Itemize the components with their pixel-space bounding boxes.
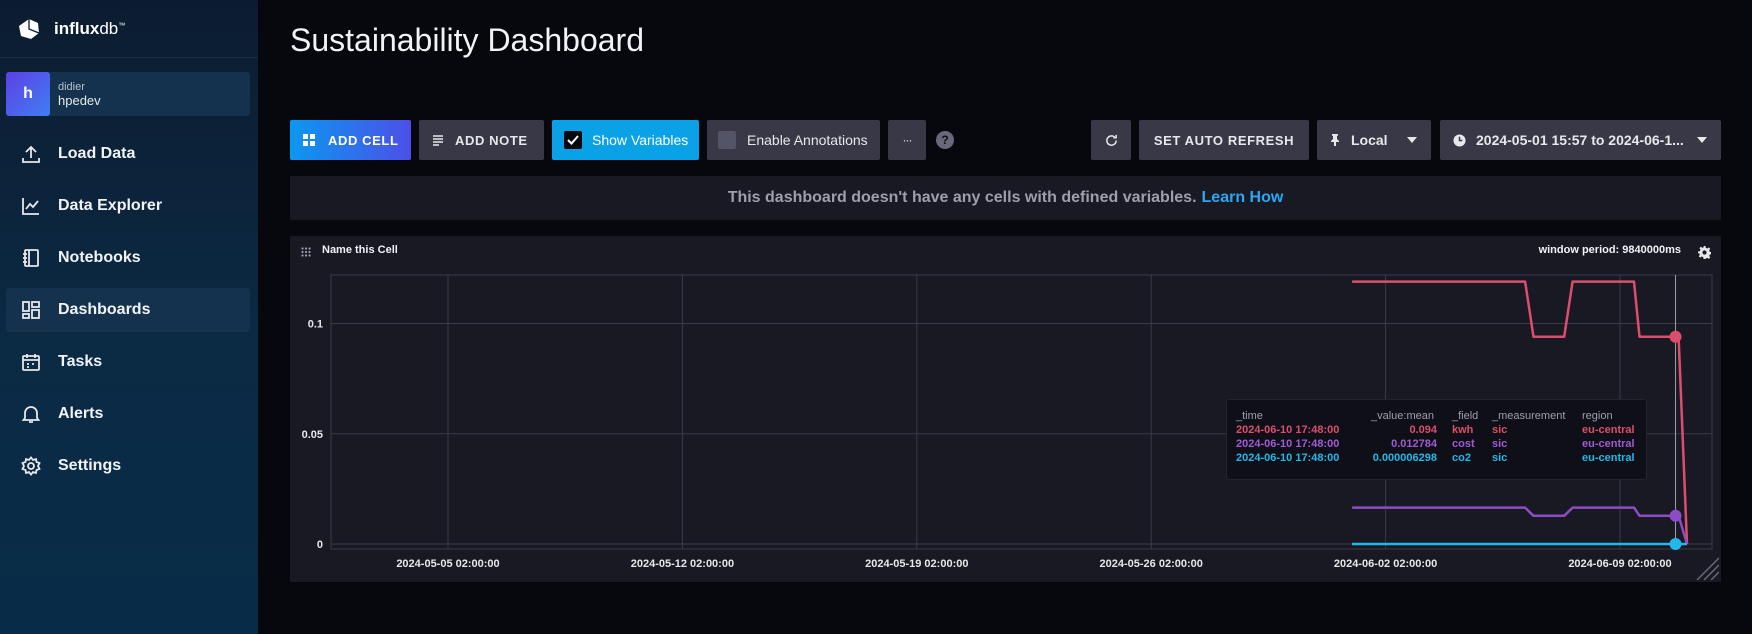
drag-handle-icon[interactable] bbox=[301, 247, 311, 257]
set-auto-refresh-label: SET AUTO REFRESH bbox=[1153, 132, 1295, 148]
avatar: h bbox=[6, 72, 50, 116]
pin-icon bbox=[1331, 134, 1339, 146]
clock-icon bbox=[1453, 133, 1466, 147]
notebook-icon bbox=[20, 247, 42, 269]
tooltip-cell: kwh bbox=[1452, 424, 1474, 436]
brand-name: influxdb™ bbox=[54, 18, 126, 38]
tooltip-cell: sic bbox=[1492, 452, 1508, 464]
enable-annotations-label: Enable Annotations bbox=[747, 132, 868, 148]
dashboard-icon bbox=[20, 299, 42, 321]
tooltip-cell: 2024-06-10 17:48:00 bbox=[1236, 424, 1340, 436]
tooltip-cell: 2024-06-10 17:48:00 bbox=[1236, 452, 1340, 464]
sidebar-item-dashboards[interactable]: Dashboards bbox=[6, 288, 250, 332]
tooltip-cell: eu-central bbox=[1582, 424, 1635, 436]
sidebar-item-label: Load Data bbox=[58, 145, 136, 162]
brand[interactable]: influxdb™ bbox=[0, 0, 258, 58]
gear-icon[interactable] bbox=[1698, 246, 1711, 259]
banner-text: This dashboard doesn't have any cells wi… bbox=[727, 189, 1197, 206]
checkbox-unchecked-icon bbox=[718, 131, 736, 149]
tooltip-header-region: region bbox=[1582, 410, 1613, 422]
gear-icon bbox=[20, 455, 42, 477]
tooltip-cell: sic bbox=[1492, 424, 1508, 436]
sidebar-item-label: Tasks bbox=[58, 353, 103, 370]
tooltip-cell: sic bbox=[1492, 438, 1508, 450]
tooltip-header-value: _value:mean bbox=[1371, 410, 1434, 422]
enable-annotations-toggle[interactable]: Enable Annotations bbox=[707, 120, 880, 160]
page-title[interactable]: Sustainability Dashboard bbox=[290, 22, 644, 59]
help-icon[interactable]: ? bbox=[936, 131, 954, 149]
cell-name[interactable]: Name this Cell bbox=[322, 244, 398, 256]
timezone-dropdown[interactable]: Local bbox=[1317, 120, 1431, 160]
chevron-down-icon bbox=[1407, 137, 1417, 143]
upload-icon bbox=[20, 143, 42, 165]
tooltip-cell: eu-central bbox=[1582, 452, 1635, 464]
sidebar-item-data-explorer[interactable]: Data Explorer bbox=[6, 184, 250, 228]
timezone-label: Local bbox=[1351, 132, 1388, 148]
user-name: didier bbox=[58, 81, 85, 93]
sidebar-item-tasks[interactable]: Tasks bbox=[6, 340, 250, 384]
set-auto-refresh-button[interactable]: SET AUTO REFRESH bbox=[1139, 120, 1309, 160]
sidebar-item-label: Alerts bbox=[58, 405, 104, 422]
refresh-button[interactable] bbox=[1091, 120, 1131, 160]
add-note-button[interactable]: ADD NOTE bbox=[419, 120, 544, 160]
more-options-button[interactable]: ··· bbox=[888, 120, 926, 160]
checkbox-checked-icon bbox=[564, 131, 582, 149]
refresh-icon bbox=[1105, 134, 1117, 146]
sidebar-item-notebooks[interactable]: Notebooks bbox=[6, 236, 250, 280]
show-variables-toggle[interactable]: Show Variables bbox=[552, 120, 699, 160]
sidebar-item-load-data[interactable]: Load Data bbox=[6, 132, 250, 176]
add-cell-button[interactable]: ADD CELL bbox=[290, 120, 411, 160]
add-cell-label: ADD CELL bbox=[328, 132, 399, 148]
add-cell-icon bbox=[303, 134, 315, 146]
bell-icon bbox=[20, 403, 42, 425]
note-icon bbox=[433, 135, 443, 146]
tooltip-header-time: _time bbox=[1236, 410, 1263, 422]
hover-tooltip: _time _value:mean _field _measurement re… bbox=[1226, 399, 1647, 480]
sidebar-item-alerts[interactable]: Alerts bbox=[6, 392, 250, 436]
calendar-icon bbox=[20, 351, 42, 373]
tooltip-cell: 0.012784 bbox=[1391, 438, 1437, 450]
more-icon: ··· bbox=[902, 133, 913, 147]
tooltip-cell: cost bbox=[1452, 438, 1475, 450]
sidebar-item-settings[interactable]: Settings bbox=[6, 444, 250, 488]
tooltip-cell: 0.000006298 bbox=[1372, 452, 1437, 464]
help-label: ? bbox=[941, 133, 949, 147]
influxdb-logo-icon bbox=[19, 18, 40, 39]
graph-icon bbox=[20, 195, 42, 217]
sidebar-item-label: Dashboards bbox=[58, 301, 151, 318]
tooltip-cell: 2024-06-10 17:48:00 bbox=[1236, 438, 1340, 450]
time-range-label: 2024-05-01 15:57 to 2024-06-1... bbox=[1476, 132, 1684, 148]
tooltip-header-field: _field bbox=[1452, 410, 1479, 422]
time-range-dropdown[interactable]: 2024-05-01 15:57 to 2024-06-1... bbox=[1440, 120, 1721, 160]
show-variables-label: Show Variables bbox=[592, 132, 689, 148]
sidebar-item-label: Notebooks bbox=[58, 249, 141, 266]
tooltip-cell: eu-central bbox=[1582, 438, 1635, 450]
learn-how-link[interactable]: Learn How bbox=[1202, 189, 1284, 207]
sidebar-item-label: Data Explorer bbox=[58, 197, 163, 214]
tooltip-header-measurement: _measurement bbox=[1492, 410, 1566, 422]
resize-handle-icon[interactable] bbox=[1693, 554, 1719, 580]
chevron-down-icon bbox=[1697, 137, 1707, 143]
variables-banner: This dashboard doesn't have any cells wi… bbox=[290, 176, 1721, 220]
tooltip-cell: co2 bbox=[1452, 452, 1471, 464]
sidebar-item-label: Settings bbox=[58, 457, 122, 474]
tooltip-cell: 0.094 bbox=[1409, 424, 1437, 436]
window-period: window period: 9840000ms bbox=[1538, 244, 1681, 256]
add-note-label: ADD NOTE bbox=[455, 132, 528, 148]
org-switcher[interactable]: h didier hpedev bbox=[6, 72, 250, 116]
sidebar: influxdb™ h didier hpedev Load Data Data… bbox=[0, 0, 258, 634]
org-name: hpedev bbox=[58, 93, 101, 108]
